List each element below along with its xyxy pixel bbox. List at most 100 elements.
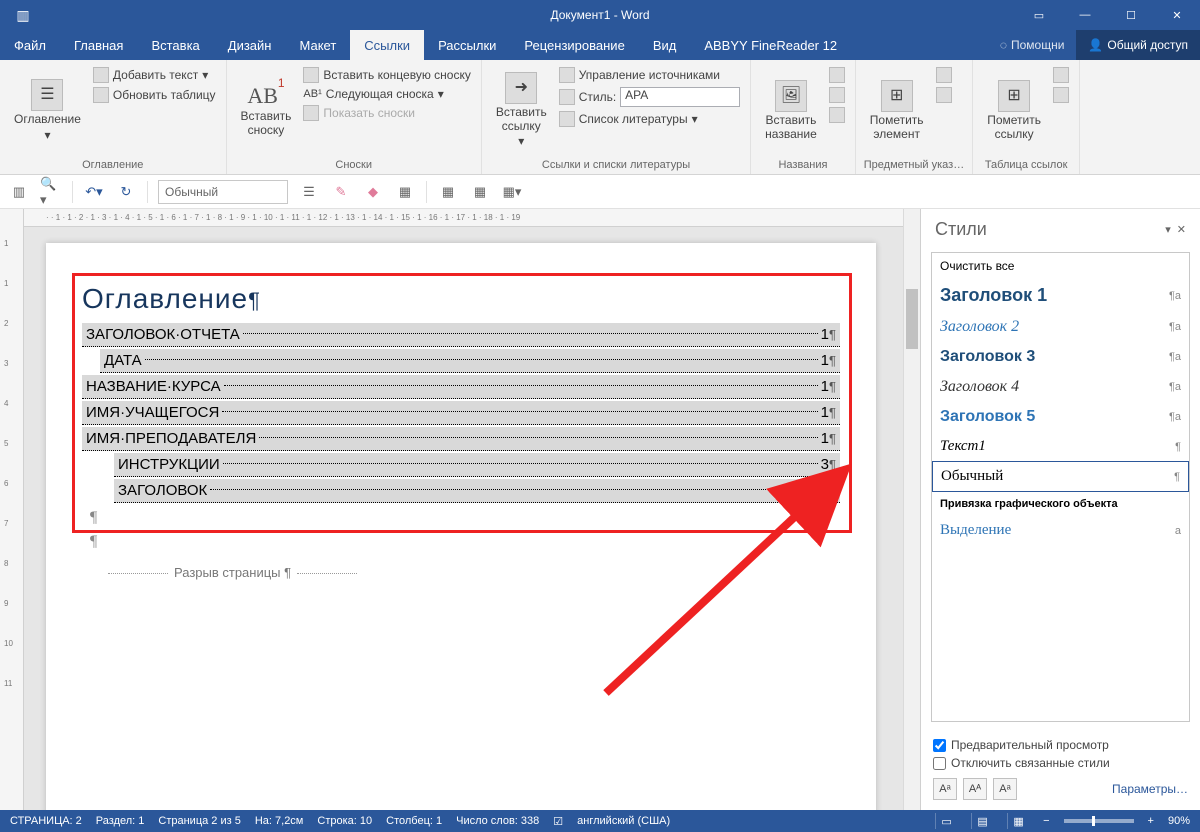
status-at[interactable]: На: 7,2см (255, 815, 304, 827)
view-print-icon[interactable]: ▤ (971, 813, 993, 829)
tab-addin[interactable]: ABBYY FineReader 12 (690, 30, 851, 60)
page-break: Разрыв страницы ¶ (102, 565, 840, 580)
manage-sources-button[interactable]: Управление источниками (557, 66, 742, 84)
insert-footnote-button[interactable]: AB1Вставить сноску (235, 64, 298, 157)
find-icon[interactable]: 🔍▾ (40, 181, 62, 203)
work-area: 112 345 678 91011 · · 1 · 1 · 2 · 1 · 3 … (0, 209, 1200, 810)
tab-review[interactable]: Рецензирование (510, 30, 638, 60)
zoom-level[interactable]: 90% (1168, 815, 1190, 827)
view-read-icon[interactable]: ▭ (935, 813, 957, 829)
document-scroll[interactable]: Оглавление ЗАГОЛОВОК·ОТЧЕТА1ДАТА1НАЗВАНИ… (24, 227, 903, 810)
add-text-button[interactable]: Добавить текст ▾ (91, 66, 218, 84)
maximize-icon[interactable]: ☐ (1108, 0, 1154, 30)
tab-file[interactable]: Файл (0, 30, 60, 60)
status-bar: СТРАНИЦА: 2 Раздел: 1 Страница 2 из 5 На… (0, 810, 1200, 832)
tab-home[interactable]: Главная (60, 30, 137, 60)
vertical-ruler[interactable]: 112 345 678 91011 (0, 209, 24, 810)
qat-btn-2[interactable]: ✎ (330, 181, 352, 203)
qat-btn-6[interactable]: ▦ (469, 181, 491, 203)
quick-access-toolbar: ▥ 🔍▾ ↶▾ ↻ Обычный ☰ ✎ ◆ ▦ ▦ ▦ ▦▾ (0, 175, 1200, 209)
minimize-icon[interactable]: — (1062, 0, 1108, 30)
toc-button[interactable]: ☰Оглавление▾ (8, 64, 87, 157)
title-bar: ▥ Документ1 - Word ▭ — ☐ ✕ (0, 0, 1200, 30)
vertical-scrollbar[interactable] (903, 209, 920, 810)
style-list[interactable]: Очистить всеЗаголовок 1¶aЗаголовок 2¶aЗа… (931, 252, 1190, 722)
ribbon-options-icon[interactable]: ▭ (1016, 0, 1062, 30)
qat-btn-4[interactable]: ▦ (394, 181, 416, 203)
tab-mailings[interactable]: Рассылки (424, 30, 510, 60)
qat-btn-1[interactable]: ☰ (298, 181, 320, 203)
status-section[interactable]: Раздел: 1 (96, 815, 145, 827)
insert-citation-button[interactable]: ➜Вставить ссылку▾ (490, 64, 553, 157)
citation-style[interactable]: Стиль: APA (557, 86, 742, 108)
insert-caption-button[interactable]: 🖼Вставить название (759, 64, 823, 157)
new-style-icon[interactable]: Aᵃ (933, 778, 957, 800)
manage-styles-icon[interactable]: Aᵃ (993, 778, 1017, 800)
save-icon[interactable]: ▥ (8, 181, 30, 203)
annotation-frame (72, 273, 852, 533)
zoom-in-icon[interactable]: + (1148, 815, 1154, 827)
view-web-icon[interactable]: ▦ (1007, 813, 1029, 829)
status-spell-icon[interactable]: ☑ (553, 815, 563, 828)
status-col[interactable]: Столбец: 1 (386, 815, 442, 827)
group-index: ⊞Пометить элемент Предметный указ… (856, 60, 973, 174)
share-button[interactable]: 👤Общий доступ (1076, 30, 1200, 60)
linked-checkbox[interactable]: Отключить связанные стили (933, 756, 1188, 770)
horizontal-ruler[interactable]: · · 1 · 1 · 2 · 1 · 3 · 1 · 4 · 1 · 5 · … (24, 209, 903, 227)
styles-pane-title: Стили (935, 219, 987, 240)
status-line[interactable]: Строка: 10 (317, 815, 372, 827)
group-toc: ☰Оглавление▾ Добавить текст ▾ Обновить т… (0, 60, 227, 174)
pane-options-icon[interactable]: ▾ (1165, 223, 1171, 236)
menu-bar: Файл Главная Вставка Дизайн Макет Ссылки… (0, 30, 1200, 60)
insert-endnote-button[interactable]: Вставить концевую сноску (301, 66, 472, 84)
group-citations: ➜Вставить ссылку▾ Управление источниками… (482, 60, 751, 174)
style-item[interactable]: Заголовок 2¶a (932, 312, 1189, 342)
tab-layout[interactable]: Макет (285, 30, 350, 60)
update-table-button[interactable]: Обновить таблицу (91, 86, 218, 104)
style-item[interactable]: Заголовок 3¶a (932, 342, 1189, 372)
next-footnote-button[interactable]: AB¹ Следующая сноска ▾ (301, 86, 472, 102)
bibliography-button[interactable]: Список литературы ▾ (557, 110, 742, 128)
style-item[interactable]: Текст1¶ (932, 432, 1189, 461)
group-footnotes: AB1Вставить сноску Вставить концевую сно… (227, 60, 482, 174)
paragraph-mark: ¶ (90, 533, 840, 551)
tab-view[interactable]: Вид (639, 30, 691, 60)
styles-pane: Стили ▾✕ Очистить всеЗаголовок 1¶aЗаголо… (920, 209, 1200, 810)
close-icon[interactable]: ✕ (1154, 0, 1200, 30)
show-notes-button[interactable]: Показать сноски (301, 104, 472, 122)
style-dropdown[interactable]: Обычный (158, 180, 288, 204)
share-icon: 👤 (1088, 38, 1103, 52)
tab-references[interactable]: Ссылки (350, 30, 424, 60)
style-inspector-icon[interactable]: Aᴬ (963, 778, 987, 800)
qat-btn-7[interactable]: ▦▾ (501, 181, 523, 203)
style-options-link[interactable]: Параметры… (1112, 782, 1188, 796)
style-item[interactable]: Обычный¶ (932, 461, 1189, 492)
quick-access-icon[interactable]: ▥ (0, 7, 46, 24)
page: Оглавление ЗАГОЛОВОК·ОТЧЕТА1ДАТА1НАЗВАНИ… (46, 243, 876, 810)
group-captions: 🖼Вставить название Названия (751, 60, 856, 174)
qat-btn-5[interactable]: ▦ (437, 181, 459, 203)
status-page-of[interactable]: Страница 2 из 5 (158, 815, 240, 827)
redo-icon[interactable]: ↻ (115, 181, 137, 203)
undo-icon[interactable]: ↶▾ (83, 181, 105, 203)
status-words[interactable]: Число слов: 338 (456, 815, 539, 827)
zoom-slider[interactable] (1064, 819, 1134, 823)
pane-close-icon[interactable]: ✕ (1177, 223, 1186, 236)
clear-all[interactable]: Очистить все (932, 253, 1189, 279)
style-item[interactable]: Выделениеa (932, 516, 1189, 545)
tab-design[interactable]: Дизайн (214, 30, 286, 60)
status-lang[interactable]: английский (США) (577, 815, 670, 827)
style-item[interactable]: Заголовок 4¶a (932, 372, 1189, 402)
style-item[interactable]: Заголовок 5¶a (932, 402, 1189, 432)
qat-btn-3[interactable]: ◆ (362, 181, 384, 203)
mark-entry-button[interactable]: ⊞Пометить элемент (864, 64, 930, 157)
group-authorities: ⊞Пометить ссылку Таблица ссылок (973, 60, 1080, 174)
tell-me[interactable]: ◌Помощни (988, 30, 1077, 60)
status-page[interactable]: СТРАНИЦА: 2 (10, 815, 82, 827)
style-item[interactable]: Привязка графического объекта (932, 492, 1189, 516)
mark-citation-button[interactable]: ⊞Пометить ссылку (981, 64, 1047, 157)
preview-checkbox[interactable]: Предварительный просмотр (933, 738, 1188, 752)
style-item[interactable]: Заголовок 1¶a (932, 279, 1189, 312)
tab-insert[interactable]: Вставка (137, 30, 213, 60)
zoom-out-icon[interactable]: − (1043, 815, 1049, 827)
